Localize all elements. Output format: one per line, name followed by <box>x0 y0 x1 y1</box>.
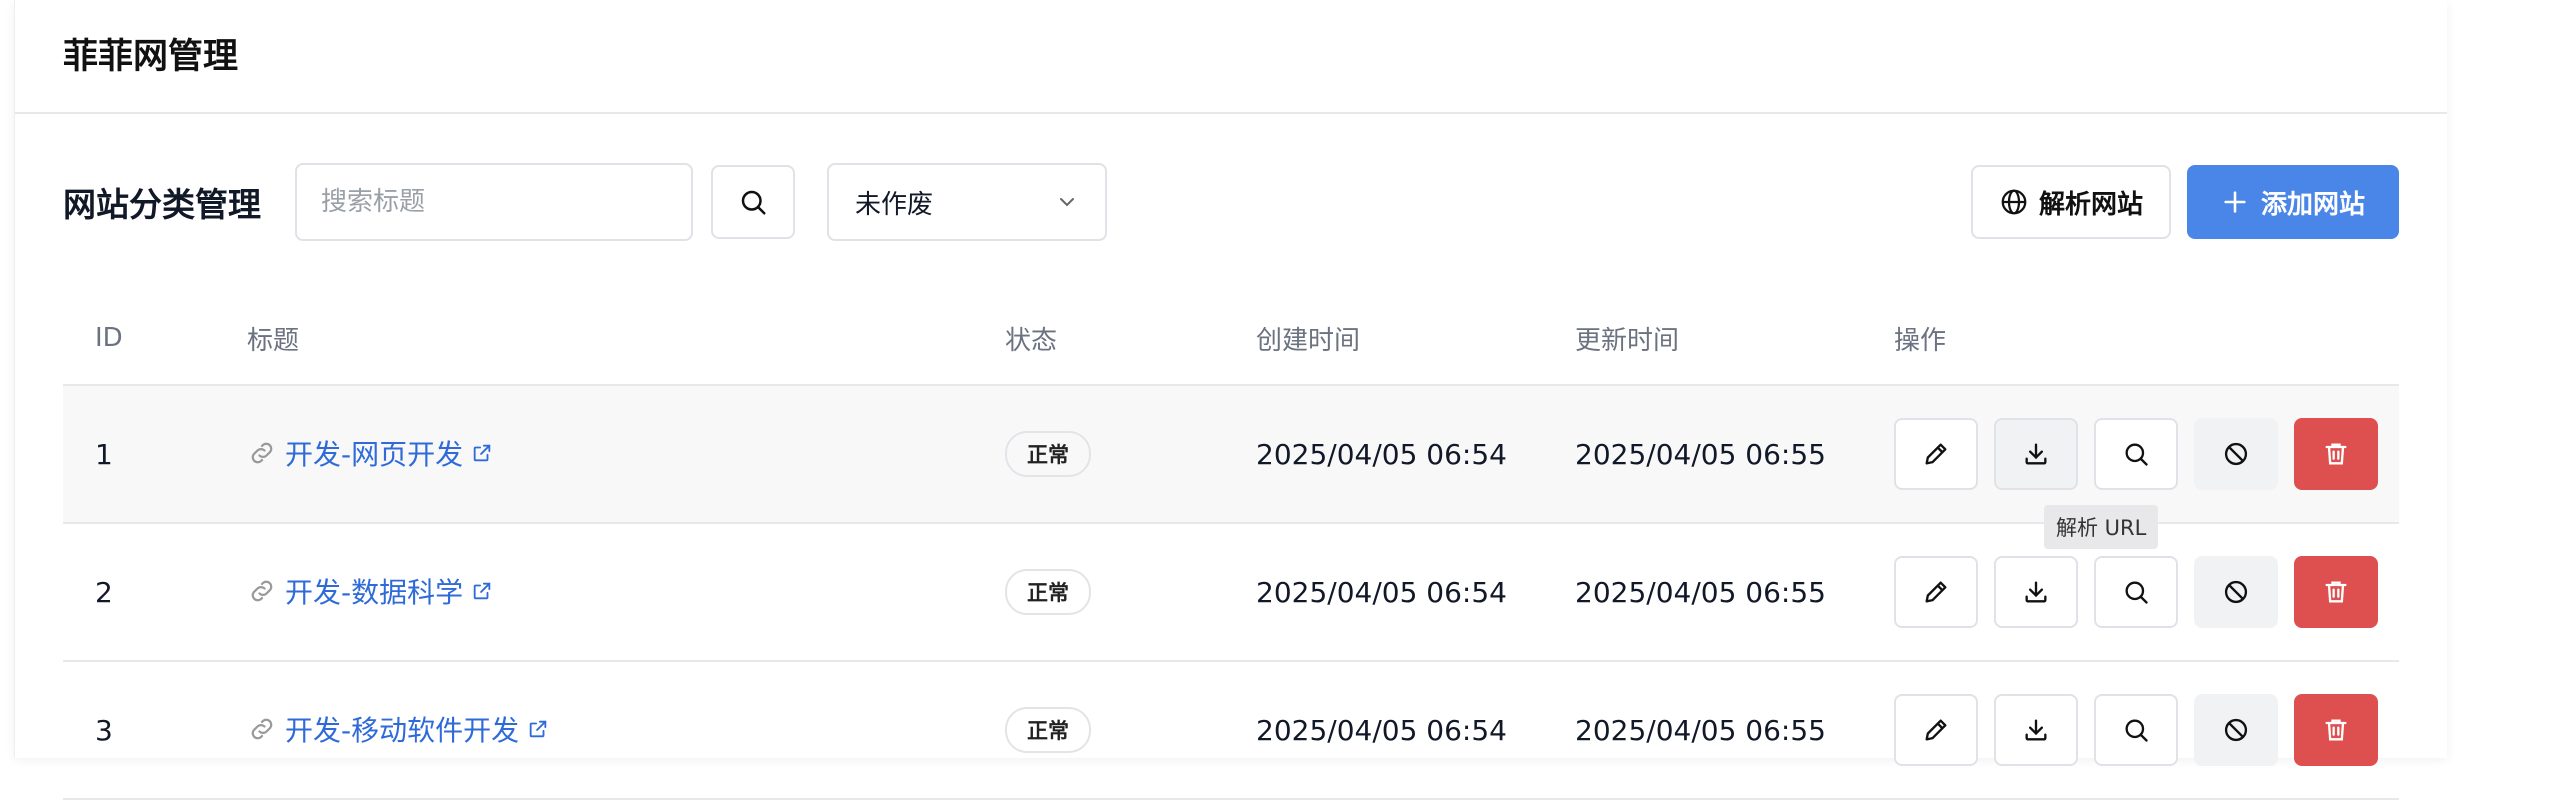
site-title-link[interactable]: 开发-网页开发 <box>247 433 493 473</box>
site-title: 开发-网页开发 <box>285 438 464 471</box>
plus-icon <box>2224 191 2246 213</box>
trash-icon <box>2325 719 2347 741</box>
page-title: 菲菲网管理 <box>63 36 239 77</box>
section-title: 网站分类管理 <box>63 185 261 224</box>
parse-url-tooltip: 解析 URL <box>2044 505 2159 549</box>
site-title-link[interactable]: 开发-数据科学 <box>247 571 493 611</box>
view-button[interactable] <box>2094 694 2178 766</box>
external-link-icon <box>473 444 491 462</box>
external-link-icon <box>473 582 491 600</box>
download-icon <box>2025 719 2047 741</box>
table-header-row: ID 标题 状态 创建时间 更新时间 操作 <box>63 292 2399 386</box>
download-icon <box>2025 581 2047 603</box>
column-header-id[interactable]: ID <box>63 292 247 386</box>
status-filter-select[interactable]: 未作废 <box>827 163 1107 241</box>
row-actions <box>1894 694 2399 766</box>
column-header-actions: 操作 <box>1894 292 2399 386</box>
add-site-button[interactable]: 添加网站 <box>2186 165 2399 239</box>
created-time: 2025/04/05 06:54 <box>1256 523 1575 662</box>
ban-icon <box>2224 718 2248 742</box>
row-actions <box>1894 418 2399 490</box>
column-header-status[interactable]: 状态 <box>1005 292 1256 386</box>
trash-icon <box>2325 443 2347 465</box>
parse-url-button[interactable] <box>1994 556 2078 628</box>
site-title: 开发-移动软件开发 <box>285 714 520 747</box>
add-site-label: 添加网站 <box>2260 189 2365 220</box>
parse-url-button[interactable] <box>1994 418 2078 490</box>
search-button[interactable] <box>711 165 795 239</box>
search-icon <box>2125 719 2148 742</box>
search-icon <box>2125 581 2148 604</box>
globe-icon <box>2001 189 2027 215</box>
toolbar: 网站分类管理 未作废 解析网站 添加网站 <box>63 162 2399 242</box>
row-id: 2 <box>63 523 247 662</box>
ban-icon <box>2224 442 2248 466</box>
row-actions <box>1894 556 2399 628</box>
parse-site-button[interactable]: 解析网站 <box>1970 165 2171 239</box>
parse-url-button[interactable] <box>1994 694 2078 766</box>
status-badge: 正常 <box>1005 707 1091 753</box>
delete-button[interactable] <box>2294 418 2378 490</box>
updated-time: 2025/04/05 06:55 <box>1575 661 1894 800</box>
table-row: 1 开发-网页开发 正常 2025/04/05 06:54 2025/04/05… <box>63 385 2399 524</box>
view-button[interactable] <box>2094 418 2178 490</box>
pencil-icon <box>1925 719 1947 741</box>
pencil-icon <box>1925 581 1947 603</box>
download-icon <box>2025 443 2047 465</box>
status-filter-value: 未作废 <box>855 189 934 220</box>
status-badge: 正常 <box>1005 431 1091 477</box>
parse-site-label: 解析网站 <box>2038 189 2143 220</box>
column-header-updated[interactable]: 更新时间 <box>1575 292 1894 386</box>
ban-icon <box>2224 580 2248 604</box>
search-icon <box>741 190 766 215</box>
view-button[interactable] <box>2094 556 2178 628</box>
disable-button[interactable] <box>2194 694 2278 766</box>
column-header-title[interactable]: 标题 <box>247 292 1005 386</box>
link-icon <box>251 442 273 464</box>
delete-button[interactable] <box>2294 694 2378 766</box>
trash-icon <box>2325 581 2347 603</box>
edit-button[interactable] <box>1894 556 1978 628</box>
chevron-down-icon <box>1060 198 1074 207</box>
updated-time: 2025/04/05 06:55 <box>1575 523 1894 662</box>
status-badge: 正常 <box>1005 569 1091 615</box>
card-header: 菲菲网管理 <box>15 0 2447 114</box>
external-link-icon <box>529 720 547 738</box>
row-id: 1 <box>63 385 247 524</box>
column-header-created[interactable]: 创建时间 <box>1256 292 1575 386</box>
delete-button[interactable] <box>2294 556 2378 628</box>
link-icon <box>251 580 273 602</box>
row-id: 3 <box>63 661 247 800</box>
table-row: 3 开发-移动软件开发 正常 2025/04/05 06:54 2025/04/… <box>63 661 2399 800</box>
created-time: 2025/04/05 06:54 <box>1256 385 1575 524</box>
pencil-icon <box>1925 443 1947 465</box>
site-title: 开发-数据科学 <box>285 576 464 609</box>
site-title-link[interactable]: 开发-移动软件开发 <box>247 709 549 749</box>
disable-button[interactable] <box>2194 418 2278 490</box>
link-icon <box>251 718 273 740</box>
search-input[interactable] <box>295 163 693 241</box>
updated-time: 2025/04/05 06:55 <box>1575 385 1894 524</box>
disable-button[interactable] <box>2194 556 2278 628</box>
edit-button[interactable] <box>1894 418 1978 490</box>
edit-button[interactable] <box>1894 694 1978 766</box>
search-icon <box>2125 443 2148 466</box>
management-card: 菲菲网管理 网站分类管理 未作废 解析网站 添加网站 ID 标题 状态 创建时间 <box>14 0 2447 800</box>
created-time: 2025/04/05 06:54 <box>1256 661 1575 800</box>
